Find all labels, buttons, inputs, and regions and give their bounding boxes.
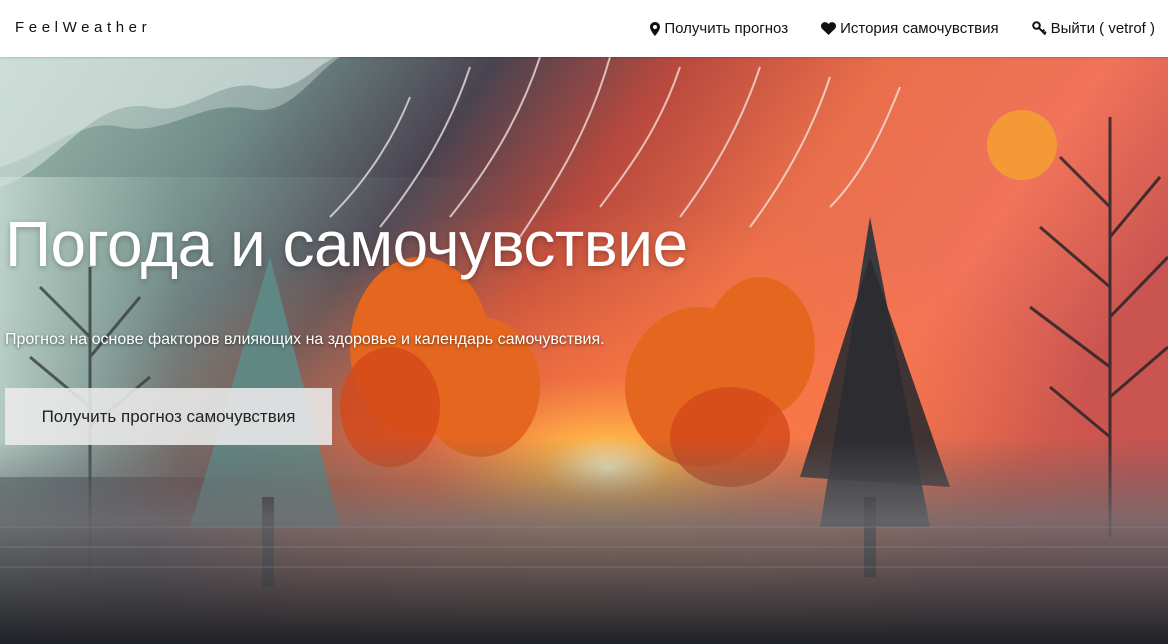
heart-icon [821, 22, 837, 35]
brand-logo[interactable]: FeelWeather [15, 19, 151, 36]
nav-wellbeing-history-link[interactable]: История самочувствия [821, 20, 999, 37]
nav-get-forecast-link[interactable]: Получить прогноз [650, 20, 788, 37]
key-icon [1031, 21, 1047, 36]
navbar: FeelWeather Получить прогноз История сам… [0, 0, 1168, 57]
nav-wellbeing-history-label: История самочувствия [840, 20, 999, 37]
nav-links: Получить прогноз История самочувствия Вы… [617, 0, 1155, 57]
nav-logout-link[interactable]: Выйти ( vetrof ) [1031, 20, 1155, 37]
hero-background-image [0, 57, 1168, 644]
nav-logout-label: Выйти ( vetrof ) [1050, 20, 1155, 37]
get-wellbeing-forecast-button[interactable]: Получить прогноз самочувствия [5, 388, 332, 445]
map-marker-icon [650, 21, 661, 36]
hero-section: Погода и самочувствие Прогноз на основе … [0, 57, 1168, 644]
hero-title: Погода и самочувствие [5, 208, 688, 280]
nav-get-forecast-label: Получить прогноз [664, 20, 789, 37]
hero-subtitle: Прогноз на основе факторов влияющих на з… [5, 331, 605, 348]
